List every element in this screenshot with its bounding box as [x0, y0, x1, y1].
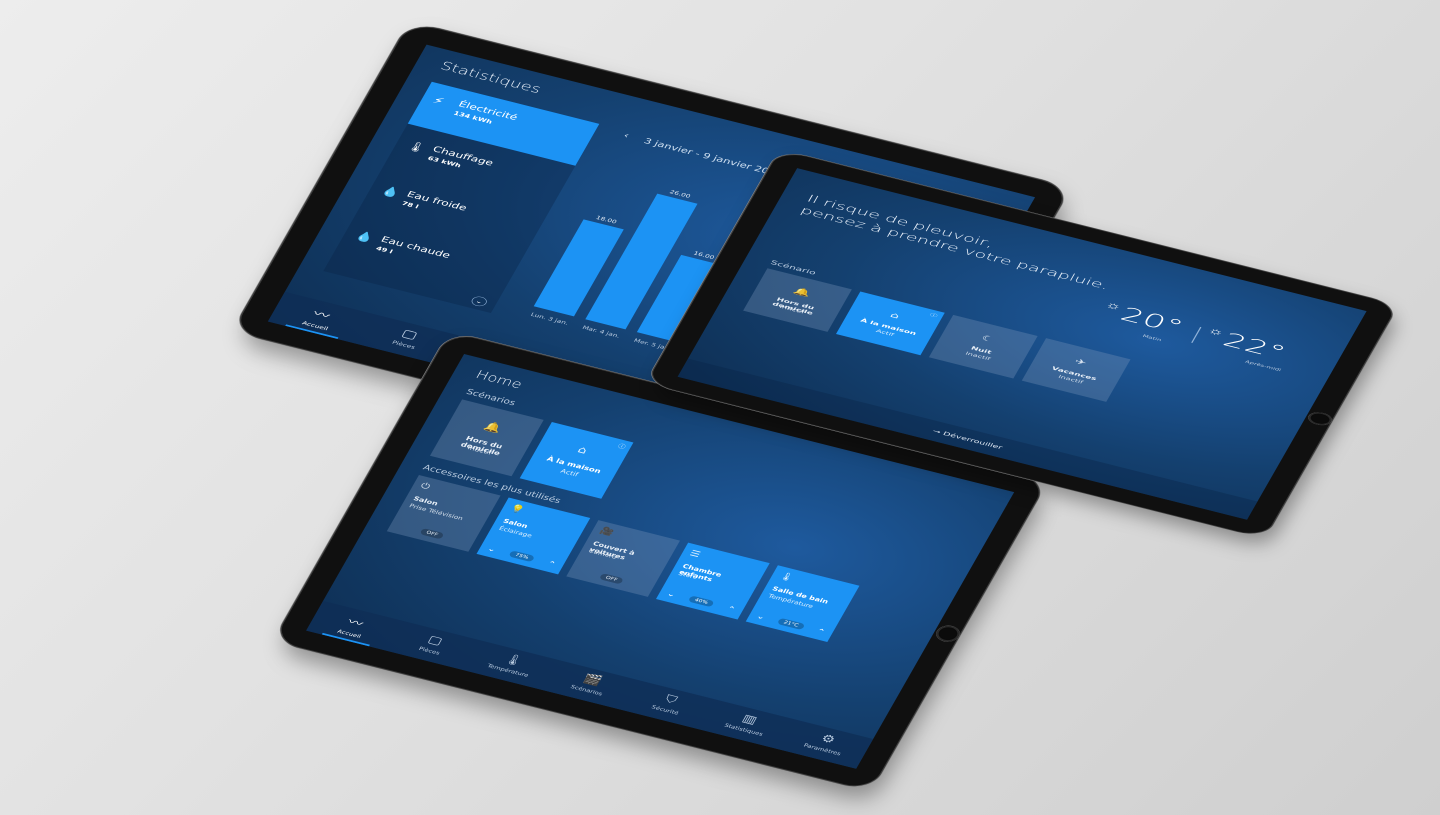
accessory-value: OFF — [419, 527, 445, 540]
info-icon[interactable]: ⓘ — [616, 442, 627, 451]
category-label: Lun. 3 jan. — [529, 312, 569, 326]
accessory-value: 21°C — [776, 617, 806, 631]
increase-chevron-icon[interactable]: ⌃ — [546, 559, 558, 569]
morning-label: Matin — [1141, 333, 1163, 343]
plug-icon: ⏻ — [418, 480, 432, 492]
stat-menu-value: 78 l — [400, 200, 420, 210]
previous-week-arrow-icon[interactable]: ‹ — [622, 131, 631, 141]
camera-icon: 🎥 — [598, 525, 617, 538]
bulb-icon: 💡 — [508, 503, 527, 516]
blinds-icon: ☰ — [688, 548, 703, 560]
morning-temperature: 20° — [1116, 303, 1188, 338]
decrease-chevron-icon[interactable]: ⌄ — [486, 544, 498, 554]
weather-morning: ☼ 20° — [1098, 298, 1188, 338]
decrease-chevron-icon[interactable]: ⌄ — [755, 612, 767, 622]
cold-water-drop-icon: 💧 — [378, 185, 403, 200]
accessory-tile[interactable]: 🌡 Salle de bain Température 21°C ⌄ ⌃ — [745, 565, 860, 642]
afternoon-temperature: 22° — [1218, 328, 1290, 364]
scenario-tile[interactable]: 🔔 Hors du domicile Inactif — [743, 268, 852, 332]
page-title: Home — [473, 368, 525, 392]
weather-afternoon: ☼ 22° — [1200, 324, 1290, 363]
scenario-tile[interactable]: ⌂ À la maison Actif ⓘ — [519, 421, 634, 499]
increase-chevron-icon[interactable]: ⌃ — [725, 604, 737, 614]
scenario-tile[interactable]: ⌂ À la maison Actif ⓘ — [835, 291, 945, 356]
sun-icon: ☼ — [1103, 298, 1125, 313]
accessory-value: 75% — [508, 550, 536, 563]
hot-water-drop-icon: 💧 — [352, 230, 377, 245]
info-icon[interactable]: ⓘ — [929, 312, 939, 319]
thermometer-icon: 🌡 — [777, 570, 796, 583]
decrease-chevron-icon[interactable]: ⌄ — [665, 589, 677, 599]
weather-divider — [1191, 326, 1202, 343]
weather-message-line-2: pensez à prendre votre parapluie. — [798, 204, 1112, 292]
stat-menu-value: 49 l — [374, 245, 395, 255]
scenario-tile[interactable]: ✈ Vacances Inactif — [1021, 338, 1131, 402]
thermometer-icon: 🌡 — [404, 139, 429, 155]
increase-chevron-icon[interactable]: ⌃ — [815, 627, 827, 637]
accessory-value: OFF — [598, 573, 625, 585]
scenario-tile[interactable]: ☾ Nuit Inactif — [928, 314, 1038, 379]
accessory-value: 40% — [687, 595, 715, 608]
sun-icon: ☼ — [1205, 324, 1227, 339]
lightning-icon: ⚡ — [430, 94, 447, 108]
category-label: Mar. 4 jan. — [581, 325, 621, 339]
